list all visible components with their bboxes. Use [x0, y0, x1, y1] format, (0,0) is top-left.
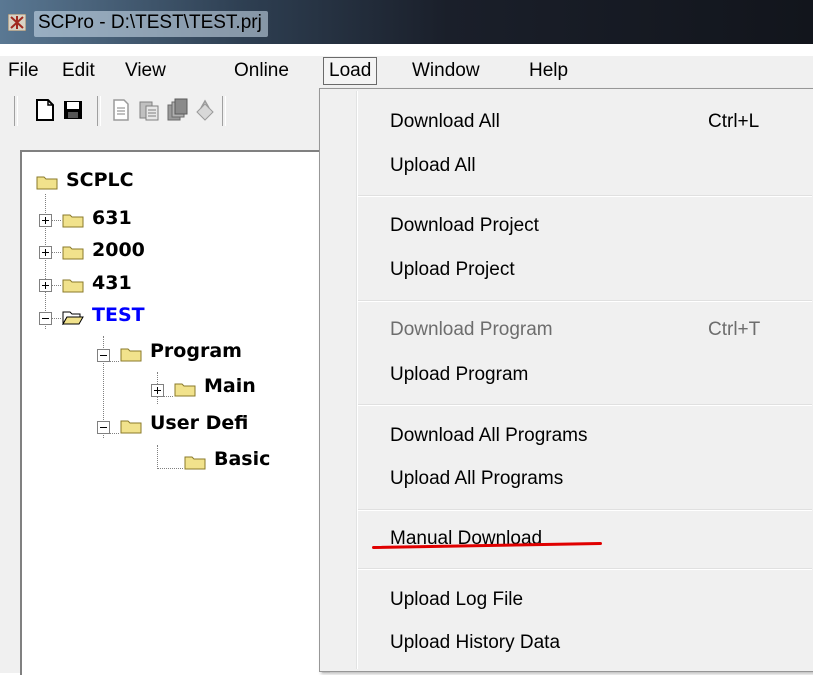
menu-separator	[358, 300, 812, 302]
menu-item-upload-all-programs[interactable]: Upload All Programs	[390, 468, 563, 490]
menu-item-download-all-programs[interactable]: Download All Programs	[390, 425, 587, 447]
toolbar-separator	[97, 96, 101, 126]
tree-node-user-defined[interactable]: User Defi	[150, 412, 248, 434]
menu-bar: File Edit View Online Load Window Help	[0, 56, 813, 89]
menu-gutter	[356, 91, 358, 669]
menu-item-download-program: Download Program	[390, 319, 553, 340]
toolbar-separator	[222, 96, 226, 126]
menu-item-upload-program[interactable]: Upload Program	[390, 364, 528, 386]
folder-icon	[36, 176, 58, 190]
shortcut-download-all: Ctrl+L	[708, 111, 760, 132]
multi-copy-icon[interactable]	[166, 98, 188, 122]
expand-icon[interactable]	[39, 279, 52, 292]
menu-window[interactable]: Window	[407, 58, 485, 84]
menu-separator	[358, 195, 812, 197]
collapse-icon[interactable]	[39, 312, 52, 325]
title-bar: SCPro - D:\TEST\TEST.prj	[0, 0, 813, 44]
tree-node-scplc[interactable]: SCPLC	[66, 169, 134, 191]
copy-icon[interactable]	[110, 98, 132, 122]
project-tree[interactable]: SCPLC 631 2000 431 TEST Program Main Use…	[20, 150, 322, 675]
tree-node-431[interactable]: 431	[92, 272, 132, 294]
menu-separator	[358, 509, 812, 511]
menu-item-upload-log-file[interactable]: Upload Log File	[390, 589, 523, 611]
menu-item-upload-all[interactable]: Upload All	[390, 155, 476, 177]
open-folder-icon	[62, 311, 84, 325]
load-menu-dropdown: Download All Ctrl+L Upload All Download …	[319, 88, 813, 672]
new-document-icon[interactable]	[34, 98, 56, 122]
menu-item-upload-project[interactable]: Upload Project	[390, 259, 515, 281]
paste-icon[interactable]	[138, 98, 160, 122]
tree-node-main[interactable]: Main	[204, 375, 256, 397]
folder-icon	[120, 348, 142, 362]
menu-load[interactable]: Load	[323, 57, 378, 85]
folder-icon	[62, 279, 84, 293]
menu-online[interactable]: Online	[229, 58, 294, 84]
menu-separator	[358, 404, 812, 406]
menu-file[interactable]: File	[3, 58, 44, 84]
menu-edit[interactable]: Edit	[57, 58, 100, 84]
tree-node-test[interactable]: TEST	[92, 304, 145, 326]
collapse-icon[interactable]	[97, 349, 110, 362]
menu-item-download-project[interactable]: Download Project	[390, 215, 539, 237]
expand-icon[interactable]	[39, 246, 52, 259]
folder-icon	[184, 456, 206, 470]
menu-item-upload-history-data[interactable]: Upload History Data	[390, 632, 560, 654]
menu-item-download-all[interactable]: Download All	[390, 111, 500, 133]
expand-icon[interactable]	[151, 384, 164, 397]
menu-separator	[358, 568, 812, 570]
tree-node-2000[interactable]: 2000	[92, 239, 145, 261]
toolbar-grip[interactable]	[14, 96, 18, 126]
save-icon[interactable]	[62, 98, 84, 122]
tree-node-basic[interactable]: Basic	[214, 448, 270, 470]
app-icon	[8, 14, 26, 31]
folder-icon	[62, 246, 84, 260]
stamp-icon[interactable]	[194, 98, 216, 122]
folder-icon	[174, 383, 196, 397]
menu-view[interactable]: View	[120, 58, 171, 84]
folder-icon	[120, 420, 142, 434]
tree-node-631[interactable]: 631	[92, 207, 132, 229]
shortcut-download-program: Ctrl+T	[708, 319, 761, 340]
expand-icon[interactable]	[39, 214, 52, 227]
menu-help[interactable]: Help	[524, 58, 573, 84]
window-title: SCPro - D:\TEST\TEST.prj	[34, 11, 268, 37]
tree-node-program[interactable]: Program	[150, 340, 242, 362]
toolbar	[0, 88, 330, 132]
folder-icon	[62, 214, 84, 228]
collapse-icon[interactable]	[97, 421, 110, 434]
